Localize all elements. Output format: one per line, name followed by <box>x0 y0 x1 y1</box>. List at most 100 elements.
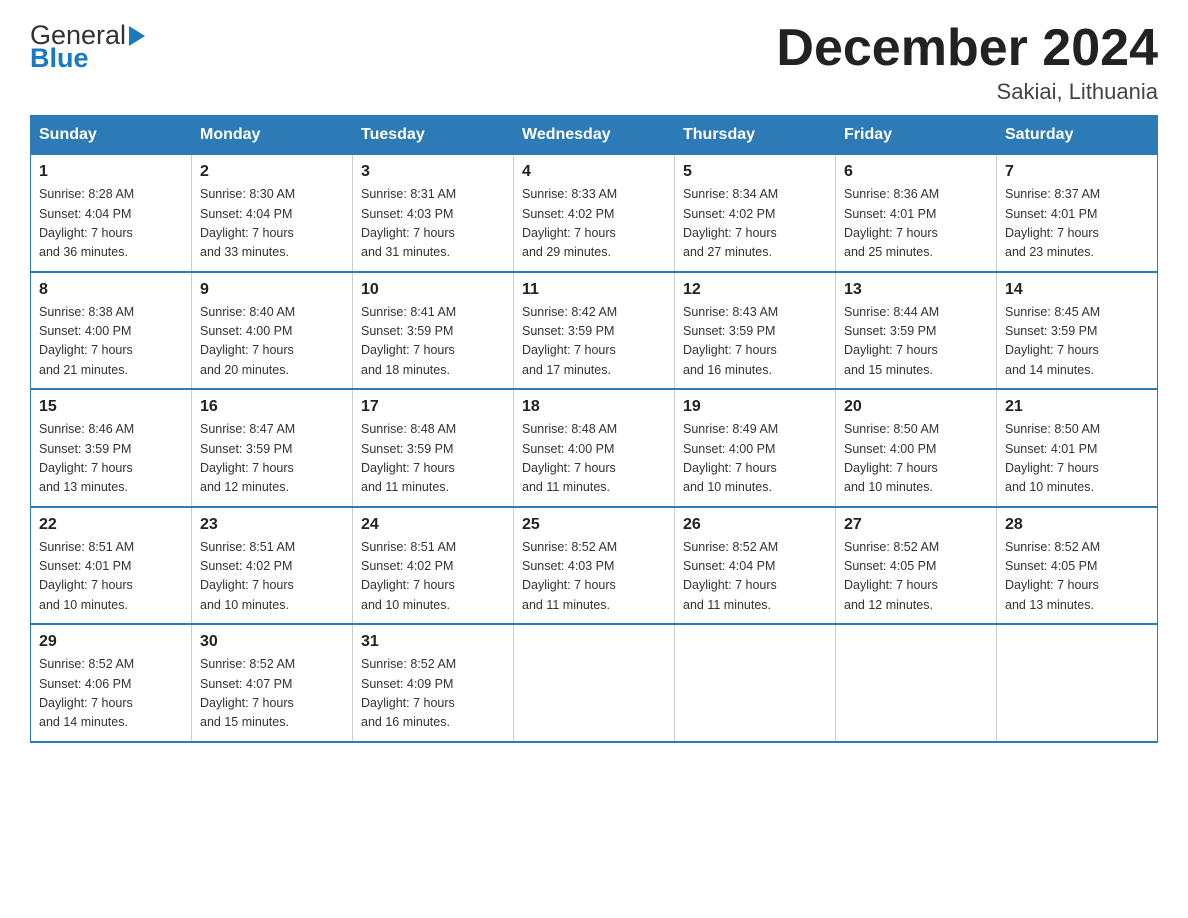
day-cell: 17 Sunrise: 8:48 AM Sunset: 3:59 PM Dayli… <box>353 389 514 507</box>
day-info: Sunrise: 8:52 AM Sunset: 4:04 PM Dayligh… <box>683 538 827 616</box>
header-monday: Monday <box>192 116 353 155</box>
day-cell: 30 Sunrise: 8:52 AM Sunset: 4:07 PM Dayli… <box>192 624 353 742</box>
day-cell <box>997 624 1158 742</box>
day-info: Sunrise: 8:47 AM Sunset: 3:59 PM Dayligh… <box>200 420 344 498</box>
day-number: 29 <box>39 633 183 651</box>
day-info: Sunrise: 8:50 AM Sunset: 4:01 PM Dayligh… <box>1005 420 1149 498</box>
title-section: December 2024 Sakiai, Lithuania <box>776 20 1158 105</box>
day-cell: 10 Sunrise: 8:41 AM Sunset: 3:59 PM Dayli… <box>353 272 514 390</box>
day-number: 17 <box>361 398 505 416</box>
day-info: Sunrise: 8:37 AM Sunset: 4:01 PM Dayligh… <box>1005 185 1149 263</box>
day-number: 14 <box>1005 281 1149 299</box>
day-cell: 18Sunrise: 8:48 AM Sunset: 4:00 PM Dayli… <box>514 389 675 507</box>
day-cell: 21 Sunrise: 8:50 AM Sunset: 4:01 PM Dayli… <box>997 389 1158 507</box>
day-number: 30 <box>200 633 344 651</box>
day-number: 12 <box>683 281 827 299</box>
day-info: Sunrise: 8:52 AM Sunset: 4:06 PM Dayligh… <box>39 655 183 733</box>
header-tuesday: Tuesday <box>353 116 514 155</box>
day-info: Sunrise: 8:50 AM Sunset: 4:00 PM Dayligh… <box>844 420 988 498</box>
page-header: General Blue December 2024 Sakiai, Lithu… <box>30 20 1158 105</box>
week-row-5: 29 Sunrise: 8:52 AM Sunset: 4:06 PM Dayli… <box>31 624 1158 742</box>
day-cell: 20 Sunrise: 8:50 AM Sunset: 4:00 PM Dayli… <box>836 389 997 507</box>
day-info: Sunrise: 8:45 AM Sunset: 3:59 PM Dayligh… <box>1005 303 1149 381</box>
day-info: Sunrise: 8:48 AM Sunset: 3:59 PM Dayligh… <box>361 420 505 498</box>
day-info: Sunrise: 8:51 AM Sunset: 4:02 PM Dayligh… <box>200 538 344 616</box>
day-info: Sunrise: 8:52 AM Sunset: 4:09 PM Dayligh… <box>361 655 505 733</box>
day-cell: 27 Sunrise: 8:52 AM Sunset: 4:05 PM Dayli… <box>836 507 997 625</box>
day-number: 8 <box>39 281 183 299</box>
day-info: Sunrise: 8:41 AM Sunset: 3:59 PM Dayligh… <box>361 303 505 381</box>
day-cell: 8 Sunrise: 8:38 AM Sunset: 4:00 PM Daylig… <box>31 272 192 390</box>
day-number: 1 <box>39 163 183 181</box>
day-number: 5 <box>683 163 827 181</box>
day-cell: 28 Sunrise: 8:52 AM Sunset: 4:05 PM Dayli… <box>997 507 1158 625</box>
day-cell: 4 Sunrise: 8:33 AM Sunset: 4:02 PM Daylig… <box>514 155 675 272</box>
day-info: Sunrise: 8:38 AM Sunset: 4:00 PM Dayligh… <box>39 303 183 381</box>
day-info: Sunrise: 8:52 AM Sunset: 4:03 PM Dayligh… <box>522 538 666 616</box>
calendar-table: SundayMondayTuesdayWednesdayThursdayFrid… <box>30 115 1158 743</box>
day-info: Sunrise: 8:33 AM Sunset: 4:02 PM Dayligh… <box>522 185 666 263</box>
logo-blue-text: Blue <box>30 43 145 74</box>
day-info: Sunrise: 8:40 AM Sunset: 4:00 PM Dayligh… <box>200 303 344 381</box>
day-cell: 1 Sunrise: 8:28 AM Sunset: 4:04 PM Daylig… <box>31 155 192 272</box>
day-number: 28 <box>1005 516 1149 534</box>
day-info: Sunrise: 8:49 AM Sunset: 4:00 PM Dayligh… <box>683 420 827 498</box>
day-number: 3 <box>361 163 505 181</box>
day-info: Sunrise: 8:52 AM Sunset: 4:07 PM Dayligh… <box>200 655 344 733</box>
day-cell: 25 Sunrise: 8:52 AM Sunset: 4:03 PM Dayli… <box>514 507 675 625</box>
day-cell: 6 Sunrise: 8:36 AM Sunset: 4:01 PM Daylig… <box>836 155 997 272</box>
day-cell: 23 Sunrise: 8:51 AM Sunset: 4:02 PM Dayli… <box>192 507 353 625</box>
day-cell: 16 Sunrise: 8:47 AM Sunset: 3:59 PM Dayli… <box>192 389 353 507</box>
header-sunday: Sunday <box>31 116 192 155</box>
day-info: Sunrise: 8:52 AM Sunset: 4:05 PM Dayligh… <box>844 538 988 616</box>
day-number: 27 <box>844 516 988 534</box>
day-info: Sunrise: 8:48 AM Sunset: 4:00 PM Dayligh… <box>522 420 666 498</box>
day-cell: 15Sunrise: 8:46 AM Sunset: 3:59 PM Dayli… <box>31 389 192 507</box>
calendar-header-row: SundayMondayTuesdayWednesdayThursdayFrid… <box>31 116 1158 155</box>
month-title: December 2024 <box>776 20 1158 77</box>
day-number: 10 <box>361 281 505 299</box>
day-info: Sunrise: 8:42 AM Sunset: 3:59 PM Dayligh… <box>522 303 666 381</box>
day-info: Sunrise: 8:30 AM Sunset: 4:04 PM Dayligh… <box>200 185 344 263</box>
day-cell <box>514 624 675 742</box>
header-thursday: Thursday <box>675 116 836 155</box>
day-info: Sunrise: 8:52 AM Sunset: 4:05 PM Dayligh… <box>1005 538 1149 616</box>
day-info: Sunrise: 8:36 AM Sunset: 4:01 PM Dayligh… <box>844 185 988 263</box>
day-number: 13 <box>844 281 988 299</box>
day-number: 26 <box>683 516 827 534</box>
week-row-3: 15Sunrise: 8:46 AM Sunset: 3:59 PM Dayli… <box>31 389 1158 507</box>
day-cell: 24Sunrise: 8:51 AM Sunset: 4:02 PM Dayli… <box>353 507 514 625</box>
day-cell: 7 Sunrise: 8:37 AM Sunset: 4:01 PM Daylig… <box>997 155 1158 272</box>
day-info: Sunrise: 8:51 AM Sunset: 4:02 PM Dayligh… <box>361 538 505 616</box>
day-cell: 5 Sunrise: 8:34 AM Sunset: 4:02 PM Daylig… <box>675 155 836 272</box>
day-info: Sunrise: 8:28 AM Sunset: 4:04 PM Dayligh… <box>39 185 183 263</box>
location: Sakiai, Lithuania <box>776 79 1158 105</box>
day-number: 21 <box>1005 398 1149 416</box>
day-cell <box>675 624 836 742</box>
week-row-2: 8 Sunrise: 8:38 AM Sunset: 4:00 PM Daylig… <box>31 272 1158 390</box>
day-number: 25 <box>522 516 666 534</box>
header-wednesday: Wednesday <box>514 116 675 155</box>
day-number: 6 <box>844 163 988 181</box>
day-number: 31 <box>361 633 505 651</box>
logo: General Blue <box>30 20 145 74</box>
day-cell: 9 Sunrise: 8:40 AM Sunset: 4:00 PM Daylig… <box>192 272 353 390</box>
day-info: Sunrise: 8:43 AM Sunset: 3:59 PM Dayligh… <box>683 303 827 381</box>
day-cell: 13Sunrise: 8:44 AM Sunset: 3:59 PM Dayli… <box>836 272 997 390</box>
day-number: 4 <box>522 163 666 181</box>
day-info: Sunrise: 8:34 AM Sunset: 4:02 PM Dayligh… <box>683 185 827 263</box>
day-cell: 31 Sunrise: 8:52 AM Sunset: 4:09 PM Dayli… <box>353 624 514 742</box>
day-cell: 26 Sunrise: 8:52 AM Sunset: 4:04 PM Dayli… <box>675 507 836 625</box>
day-number: 16 <box>200 398 344 416</box>
day-number: 11 <box>522 281 666 299</box>
day-number: 20 <box>844 398 988 416</box>
day-number: 19 <box>683 398 827 416</box>
day-info: Sunrise: 8:46 AM Sunset: 3:59 PM Dayligh… <box>39 420 183 498</box>
header-friday: Friday <box>836 116 997 155</box>
day-cell: 11 Sunrise: 8:42 AM Sunset: 3:59 PM Dayli… <box>514 272 675 390</box>
day-cell: 29 Sunrise: 8:52 AM Sunset: 4:06 PM Dayli… <box>31 624 192 742</box>
day-number: 22 <box>39 516 183 534</box>
day-number: 23 <box>200 516 344 534</box>
day-number: 9 <box>200 281 344 299</box>
day-number: 7 <box>1005 163 1149 181</box>
